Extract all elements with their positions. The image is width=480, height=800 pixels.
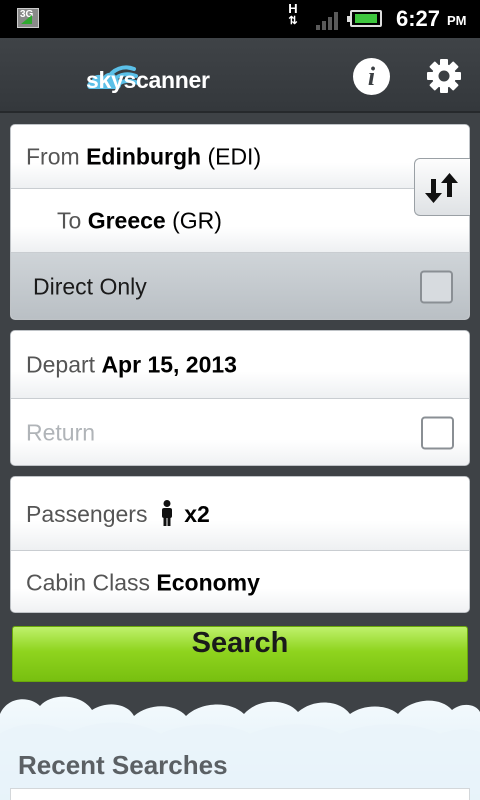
clouds-background [0, 696, 480, 800]
clock-ampm: PM [447, 13, 467, 28]
return-label: Return [26, 419, 96, 446]
cabin-class-label: Cabin Class [26, 569, 150, 595]
to-field[interactable]: To Greece (GR) [11, 188, 469, 252]
cabin-class-field[interactable]: Cabin Class Economy [11, 550, 469, 612]
depart-field[interactable]: Depart Apr 15, 2013 [11, 331, 469, 398]
clock-time: 6:27 [396, 6, 441, 31]
passengers-field[interactable]: Passengers x2 [11, 477, 469, 550]
recent-searches-title: Recent Searches [18, 750, 228, 780]
depart-label: Depart [26, 351, 96, 377]
route-card: From Edinburgh (EDI) To Greece (GR) Dire… [10, 124, 470, 320]
passengers-label: Passengers [26, 500, 148, 527]
info-button[interactable]: i [353, 58, 390, 95]
swap-arrows-icon [425, 173, 458, 203]
depart-date: Apr 15, 2013 [101, 351, 237, 377]
settings-button[interactable] [424, 56, 464, 96]
return-checkbox[interactable] [421, 416, 454, 450]
search-button[interactable]: Search [12, 626, 468, 682]
to-label: To [57, 207, 82, 233]
signal-strength-icon [316, 10, 342, 30]
data-activity-icon: H ⇅ [288, 1, 298, 27]
brand-name: skyscanner [86, 67, 210, 93]
passengers-count: x2 [184, 500, 210, 527]
swap-route-button[interactable] [414, 158, 470, 216]
battery-icon [347, 10, 382, 27]
direct-only-label: Direct Only [33, 273, 147, 300]
from-label: From [26, 143, 80, 169]
travellers-card: Passengers x2 Cabin Class Economy [10, 476, 470, 613]
to-code: (GR) [172, 207, 222, 233]
cabin-class-value: Economy [156, 569, 260, 595]
app-bar: skyscanner i [0, 38, 480, 113]
return-field[interactable]: Return [11, 398, 469, 465]
status-bar: 3G H ⇅ 6:27 PM [0, 0, 480, 38]
info-icon: i [367, 62, 376, 91]
person-icon [161, 499, 172, 526]
direct-only-row[interactable]: Direct Only [11, 252, 469, 319]
to-city: Greece [87, 207, 166, 233]
from-code: (EDI) [207, 143, 262, 169]
dates-card: Depart Apr 15, 2013 Return [10, 330, 470, 466]
network-3g-icon: 3G [17, 8, 39, 28]
from-city: Edinburgh [86, 143, 202, 169]
from-field[interactable]: From Edinburgh (EDI) [11, 125, 469, 188]
direct-only-checkbox[interactable] [420, 270, 453, 304]
recent-searches-list [10, 788, 470, 800]
